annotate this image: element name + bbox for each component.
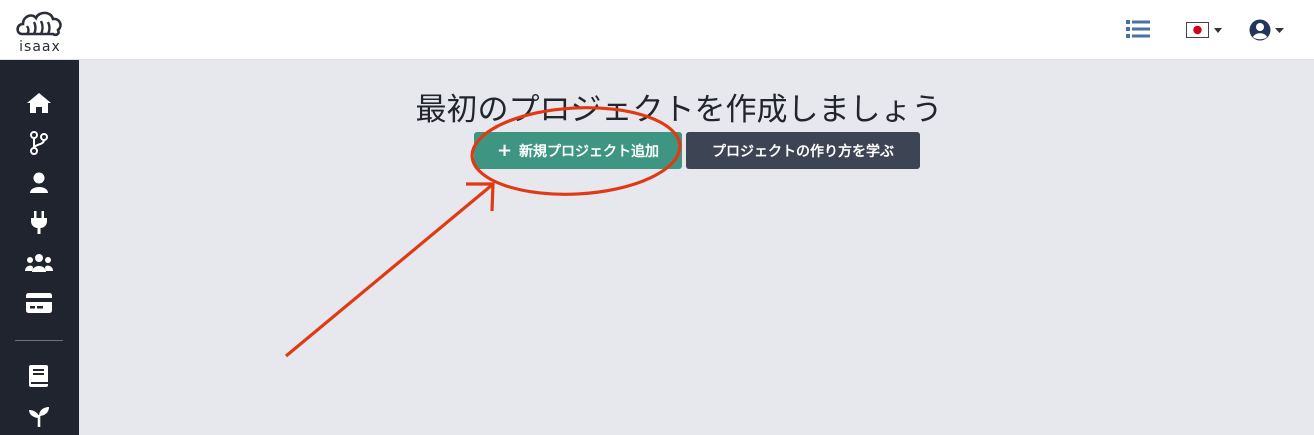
cloud-logo-icon — [16, 11, 62, 37]
card-icon — [26, 293, 52, 313]
add-project-button[interactable]: + 新規プロジェクト追加 — [474, 132, 682, 169]
branch-icon — [30, 131, 48, 155]
list-icon[interactable] — [1126, 19, 1150, 43]
caret-down-icon — [1275, 28, 1284, 33]
sidebar-item-teams[interactable] — [24, 248, 54, 278]
team-icon — [25, 254, 53, 272]
user-icon — [30, 172, 48, 193]
japan-flag-icon — [1193, 25, 1202, 35]
learn-project-button[interactable]: プロジェクトの作り方を学ぶ — [686, 132, 920, 169]
sidebar-item-integrations[interactable] — [24, 208, 54, 238]
sidebar-item-getting-started[interactable] — [24, 401, 54, 431]
plug-icon — [31, 211, 47, 234]
home-icon — [27, 93, 51, 113]
user-menu[interactable] — [1249, 18, 1287, 46]
sprout-icon — [29, 407, 49, 427]
logo-text: isaax — [19, 39, 61, 55]
plus-icon: + — [496, 140, 513, 161]
sidebar-item-billing[interactable] — [24, 288, 54, 318]
language-selector[interactable] — [1186, 22, 1224, 44]
top-bar: isaax — [0, 0, 1314, 60]
main-content: 最初のプロジェクトを作成しましょう + 新規プロジェクト追加 プロジェクトの作り… — [79, 60, 1314, 435]
caret-down-icon — [1214, 28, 1222, 33]
sidebar-item-account[interactable] — [24, 168, 54, 198]
isaax-logo[interactable]: isaax — [14, 6, 66, 58]
sidebar-item-home[interactable] — [24, 88, 54, 118]
sidebar-divider — [15, 340, 63, 341]
learn-project-label: プロジェクトの作り方を学ぶ — [712, 143, 894, 160]
sidebar-item-docs[interactable] — [24, 361, 54, 391]
page-title: 最初のプロジェクトを作成しましょう — [415, 92, 943, 128]
add-project-label: 新規プロジェクト追加 — [519, 143, 660, 160]
book-icon — [29, 365, 48, 387]
sidebar — [0, 60, 79, 435]
sidebar-item-branches[interactable] — [24, 128, 54, 158]
